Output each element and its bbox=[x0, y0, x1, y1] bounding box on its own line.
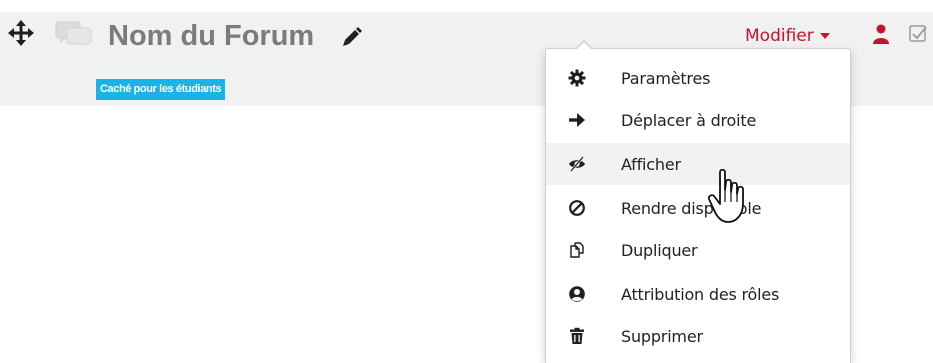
menu-item-parametres[interactable]: Paramètres bbox=[546, 57, 850, 99]
forum-icon bbox=[55, 21, 92, 48]
arrow-right-icon bbox=[567, 110, 587, 130]
move-icon[interactable] bbox=[8, 20, 34, 46]
activity-title[interactable]: Nom du Forum bbox=[108, 19, 314, 53]
menu-item-label: Supprimer bbox=[621, 326, 703, 346]
checkbox-icon[interactable] bbox=[908, 24, 928, 44]
user-circle-icon bbox=[567, 284, 587, 304]
course-page: Nom du Forum Caché pour les étudiants Mo… bbox=[0, 0, 933, 363]
menu-item-deplacer-droite[interactable]: Déplacer à droite bbox=[546, 99, 850, 141]
menu-item-attribution-roles[interactable]: Attribution des rôles bbox=[546, 273, 850, 315]
pencil-icon[interactable] bbox=[341, 26, 363, 48]
menu-item-dupliquer[interactable]: Dupliquer bbox=[546, 229, 850, 271]
menu-item-label: Paramètres bbox=[621, 68, 711, 88]
menu-item-label: Rendre disponible bbox=[621, 198, 762, 218]
caret-down-icon bbox=[819, 33, 830, 39]
edit-menu-label: Modifier bbox=[745, 26, 814, 46]
ban-icon bbox=[567, 198, 587, 218]
menu-item-label: Attribution des rôles bbox=[621, 284, 780, 304]
eye-slash-icon bbox=[567, 154, 587, 174]
edit-dropdown-menu: Paramètres Déplacer à droite Afficher Re… bbox=[545, 40, 851, 363]
gear-icon bbox=[567, 68, 587, 88]
menu-item-afficher[interactable]: Afficher bbox=[546, 143, 850, 185]
menu-item-supprimer[interactable]: Supprimer bbox=[546, 315, 850, 357]
visibility-badge: Caché pour les étudiants bbox=[96, 79, 226, 100]
user-icon[interactable] bbox=[872, 24, 890, 44]
copy-icon bbox=[567, 240, 587, 260]
menu-item-label: Afficher bbox=[621, 154, 681, 174]
menu-item-label: Déplacer à droite bbox=[621, 110, 757, 130]
trash-icon bbox=[567, 326, 587, 346]
menu-item-rendre-disponible[interactable]: Rendre disponible bbox=[546, 187, 850, 229]
menu-item-label: Dupliquer bbox=[621, 240, 698, 260]
edit-menu-toggle[interactable]: Modifier bbox=[745, 24, 830, 48]
